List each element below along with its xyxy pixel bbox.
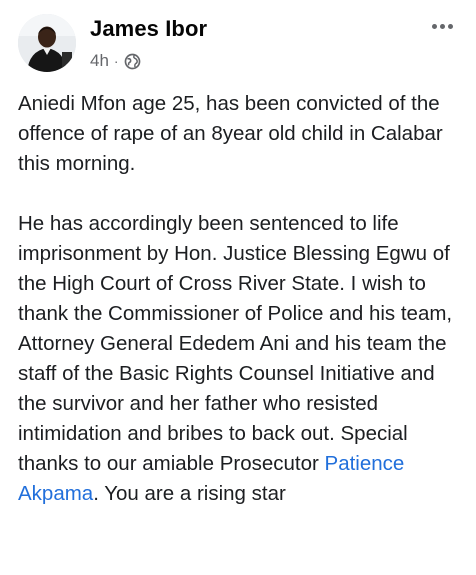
more-options-button[interactable] (426, 14, 458, 38)
post-paragraph-2-tail: . You are a rising star (93, 482, 286, 505)
post-paragraph-1: Aniedi Mfon age 25, has been convicted o… (18, 92, 443, 175)
author-name[interactable]: James Ibor (90, 16, 207, 42)
post-paragraph-2: He has accordingly been sentenced to lif… (18, 209, 466, 509)
post-body: Aniedi Mfon age 25, has been convicted o… (18, 89, 466, 509)
post-timestamp[interactable]: 4h (90, 51, 109, 71)
more-options-icon (431, 23, 437, 29)
post-paragraph-2-text: He has accordingly been sentenced to lif… (18, 212, 453, 475)
globe-icon[interactable] (124, 53, 141, 70)
post-meta: 4h · (90, 50, 141, 72)
more-options-dot (439, 23, 445, 29)
post-header: James Ibor 4h · (18, 12, 458, 76)
more-options-dot (447, 23, 453, 29)
author-avatar[interactable] (18, 14, 76, 72)
avatar-photo-icon (18, 14, 76, 72)
meta-separator: · (113, 53, 119, 69)
